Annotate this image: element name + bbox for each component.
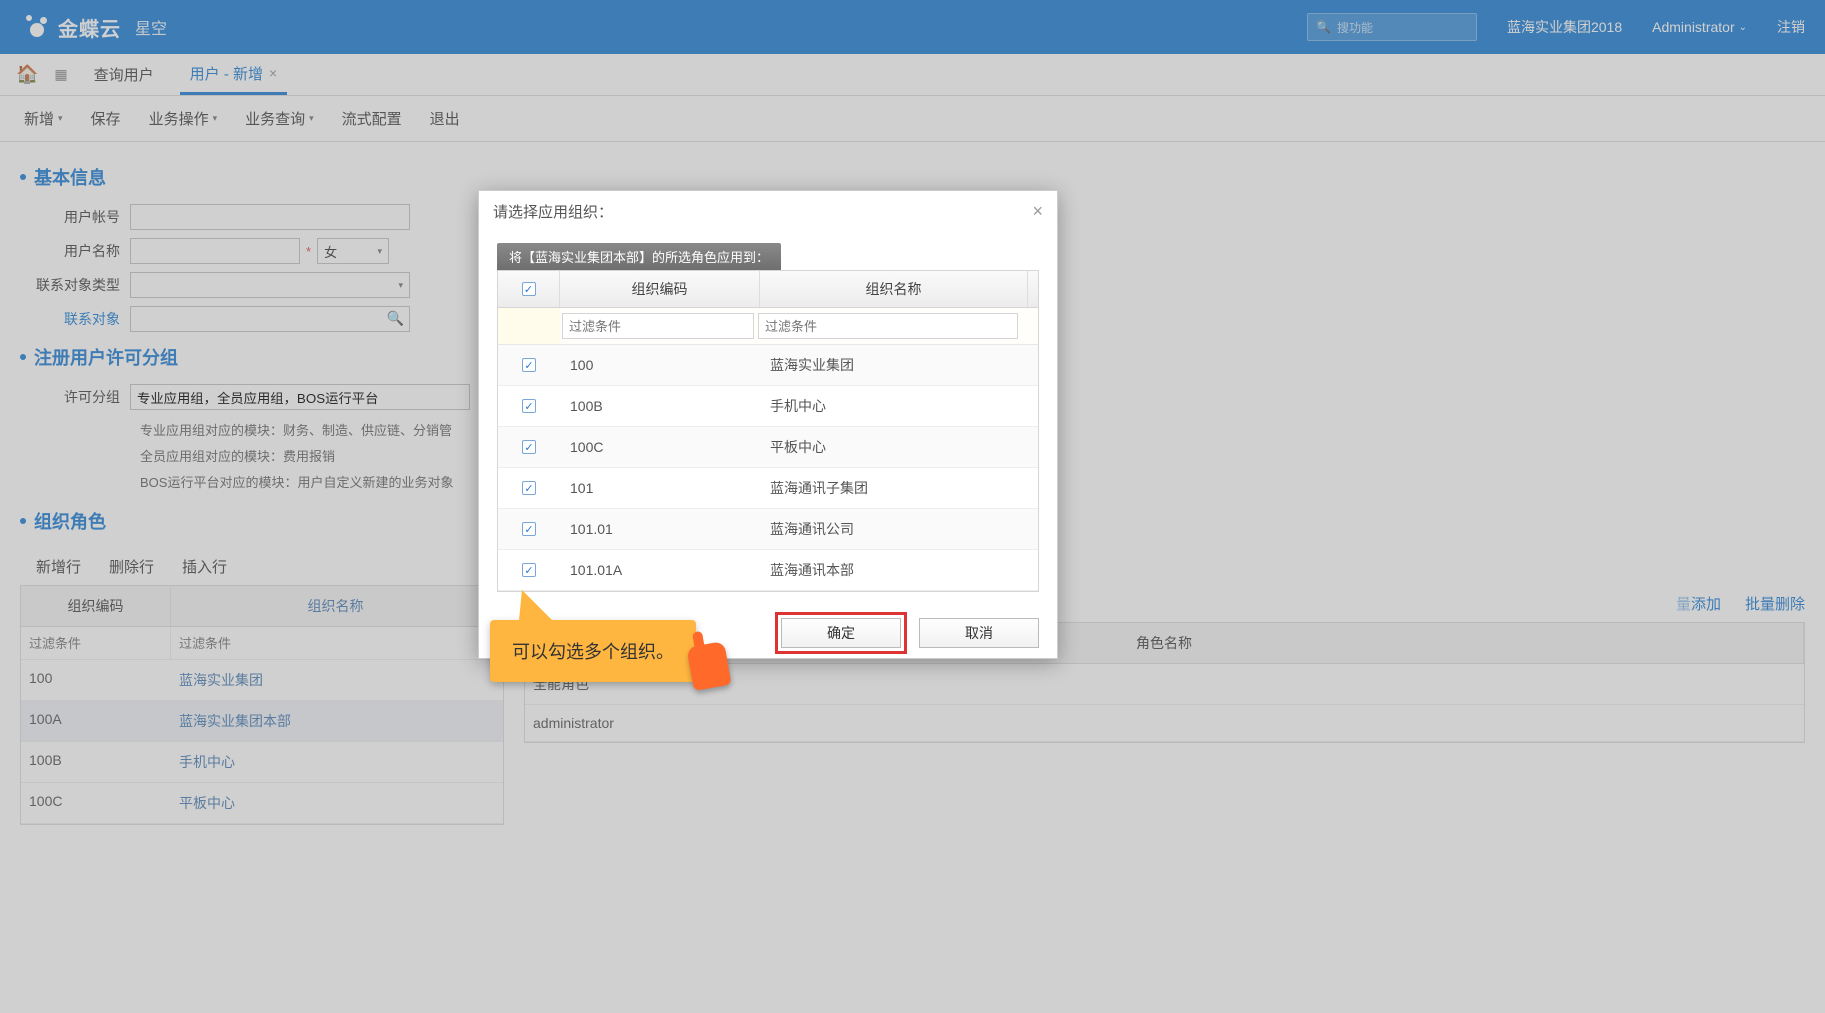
modal-tab: 将【蓝海实业集团本部】的所选角色应用到： (497, 243, 781, 270)
checkbox-icon[interactable]: ✓ (522, 358, 536, 372)
select-org-modal: 请选择应用组织： × 将【蓝海实业集团本部】的所选角色应用到： ✓ 组织编码 组… (478, 190, 1058, 659)
pointer-hand-icon (686, 641, 731, 691)
modal-filter-code[interactable] (562, 313, 754, 339)
modal-row[interactable]: ✓100蓝海实业集团 (498, 345, 1038, 386)
col-org-name: 组织名称 (760, 271, 1028, 307)
checkbox-icon[interactable]: ✓ (522, 563, 536, 577)
modal-row[interactable]: ✓100C平板中心 (498, 427, 1038, 468)
modal-row[interactable]: ✓100B手机中心 (498, 386, 1038, 427)
modal-row[interactable]: ✓101.01蓝海通讯公司 (498, 509, 1038, 550)
modal-row[interactable]: ✓101蓝海通讯子集团 (498, 468, 1038, 509)
callout-annotation: 可以勾选多个组织。 (490, 620, 728, 688)
callout-text: 可以勾选多个组织。 (512, 642, 674, 662)
checkbox-icon[interactable]: ✓ (522, 440, 536, 454)
close-icon[interactable]: × (1032, 201, 1043, 222)
modal-title: 请选择应用组织： (493, 201, 613, 222)
checkbox-icon[interactable]: ✓ (522, 399, 536, 413)
checkbox-icon[interactable]: ✓ (522, 522, 536, 536)
cancel-button[interactable]: 取消 (919, 618, 1039, 648)
modal-row[interactable]: ✓101.01A蓝海通讯本部 (498, 550, 1038, 591)
checkbox-icon[interactable]: ✓ (522, 481, 536, 495)
modal-filter-name[interactable] (758, 313, 1018, 339)
modal-org-grid: ✓ 组织编码 组织名称 ✓100蓝海实业集团 ✓100B手机中心 ✓100C平板… (497, 270, 1039, 592)
col-org-code: 组织编码 (560, 271, 760, 307)
col-checkbox[interactable]: ✓ (498, 271, 560, 307)
ok-button[interactable]: 确定 (781, 618, 901, 648)
checkbox-icon: ✓ (522, 282, 536, 296)
